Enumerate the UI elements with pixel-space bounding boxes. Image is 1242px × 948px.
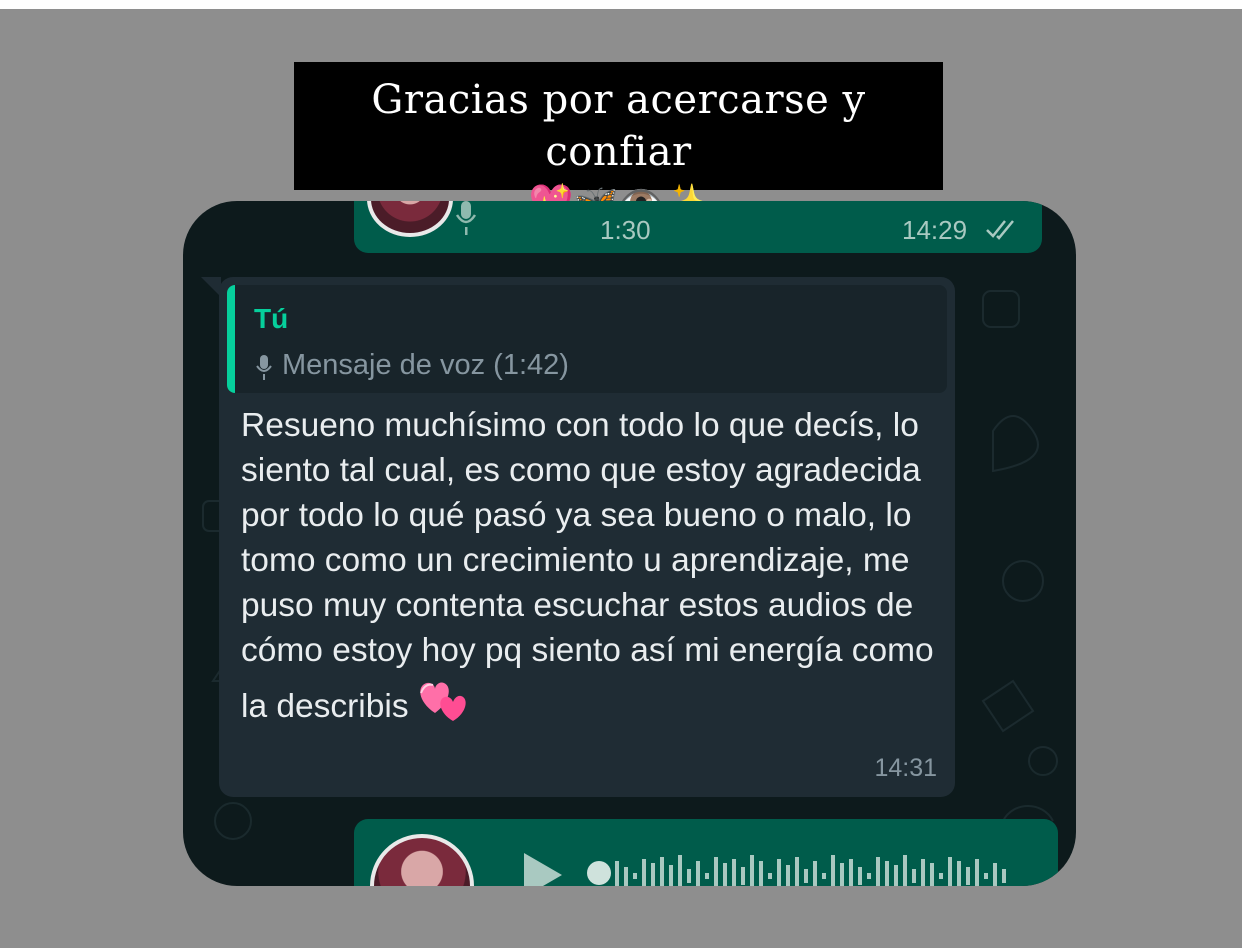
quote-accent-bar bbox=[227, 285, 235, 393]
mic-icon bbox=[455, 201, 477, 235]
double-check-icon bbox=[986, 220, 1014, 240]
quoted-reply[interactable]: Tú Mensaje de voz (1:42) bbox=[227, 285, 947, 393]
message-body: Resueno muchísimo con todo lo que decís,… bbox=[241, 403, 941, 735]
voice-waveform[interactable] bbox=[615, 851, 1015, 886]
story-caption: Gracias por acercarse y confiar 💖🦋👁️✨ bbox=[294, 62, 943, 224]
caption-text: Gracias por acercarse y confiar bbox=[371, 77, 866, 175]
mic-icon bbox=[256, 355, 272, 380]
message-time: 14:29 bbox=[902, 215, 968, 245]
chat-screenshot: 1:30 14:29 Tú Mensaje de voz (1:42) Resu… bbox=[183, 201, 1076, 886]
playback-handle[interactable] bbox=[587, 861, 611, 885]
two-hearts-icon bbox=[419, 682, 466, 721]
bubble-tail bbox=[201, 277, 221, 297]
quoted-author: Tú bbox=[254, 303, 289, 334]
two-hearts-emoji bbox=[415, 673, 471, 735]
message-text: Resueno muchísimo con todo lo que decís,… bbox=[241, 407, 934, 725]
voice-duration: 1:30 bbox=[600, 215, 651, 245]
play-icon[interactable] bbox=[520, 851, 564, 886]
quoted-text: Mensaje de voz (1:42) bbox=[282, 349, 569, 381]
incoming-message[interactable]: Tú Mensaje de voz (1:42) Resueno muchísi… bbox=[219, 277, 955, 797]
message-time: 14:31 bbox=[874, 754, 937, 782]
